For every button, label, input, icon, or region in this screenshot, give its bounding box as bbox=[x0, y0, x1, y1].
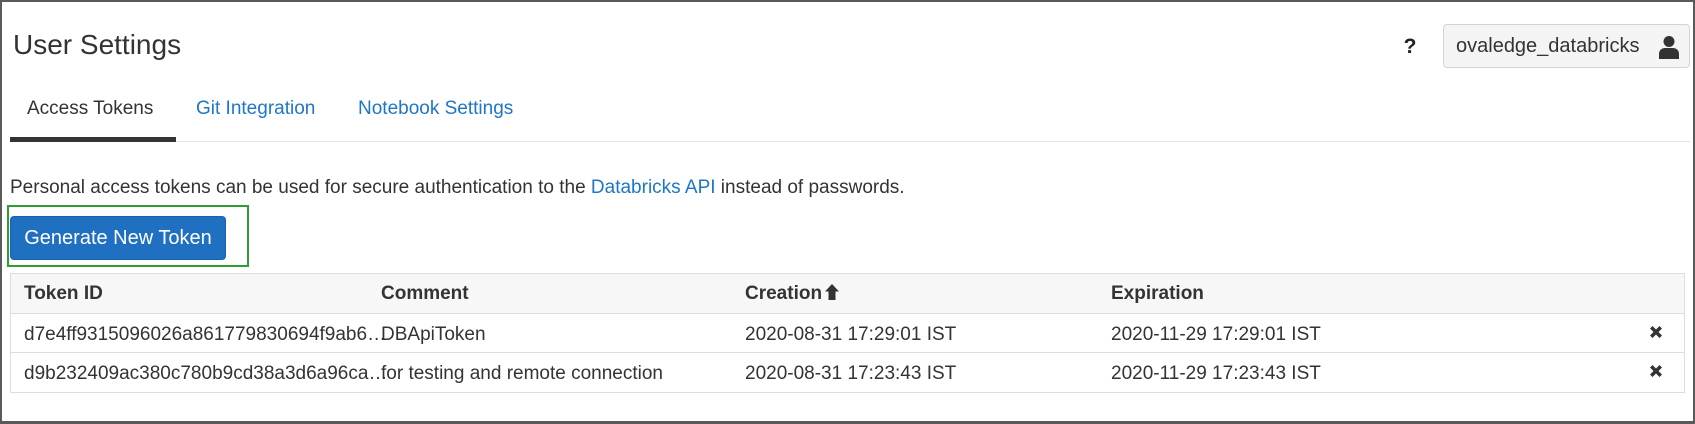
token-id-cell: d7e4ff9315096026a861779830694f9ab6… bbox=[24, 324, 387, 345]
user-menu-button[interactable]: ovaledge_databricks bbox=[1443, 24, 1690, 68]
settings-tabs: Access Tokens Git Integration Notebook S… bbox=[10, 84, 1690, 142]
creation-cell: 2020-08-31 17:23:43 IST bbox=[745, 363, 957, 384]
comment-cell: DBApiToken bbox=[381, 324, 486, 345]
sort-arrow-up-icon[interactable] bbox=[824, 283, 840, 301]
expiration-cell: 2020-11-29 17:23:43 IST bbox=[1111, 363, 1321, 384]
expiration-cell: 2020-11-29 17:29:01 IST bbox=[1111, 324, 1321, 345]
description-text-before: Personal access tokens can be used for s… bbox=[10, 177, 591, 198]
table-row: d9b232409ac380c780b9cd38a3d6a96ca… for t… bbox=[11, 353, 1684, 392]
column-header-expiration: Expiration bbox=[1111, 283, 1204, 304]
user-name: ovaledge_databricks bbox=[1456, 34, 1640, 57]
help-icon[interactable]: ? bbox=[1400, 34, 1420, 60]
tab-git-integration[interactable]: Git Integration bbox=[196, 98, 315, 120]
column-header-creation[interactable]: Creation bbox=[745, 283, 840, 305]
generate-new-token-button[interactable]: Generate New Token bbox=[10, 216, 226, 260]
description-text-after: instead of passwords. bbox=[715, 177, 905, 198]
column-header-comment: Comment bbox=[381, 283, 469, 304]
table-row: d7e4ff9315096026a861779830694f9ab6… DBAp… bbox=[11, 314, 1684, 353]
column-header-token-id: Token ID bbox=[24, 283, 103, 304]
token-id-cell: d9b232409ac380c780b9cd38a3d6a96ca… bbox=[24, 363, 388, 384]
tokens-description: Personal access tokens can be used for s… bbox=[10, 177, 905, 199]
user-icon bbox=[1659, 36, 1679, 59]
tab-access-tokens[interactable]: Access Tokens bbox=[27, 98, 153, 120]
delete-icon[interactable] bbox=[1648, 324, 1664, 340]
tab-notebook-settings[interactable]: Notebook Settings bbox=[358, 98, 513, 120]
page-title: User Settings bbox=[13, 29, 182, 60]
creation-cell: 2020-08-31 17:29:01 IST bbox=[745, 324, 957, 345]
comment-cell: for testing and remote connection bbox=[381, 363, 664, 384]
active-tab-indicator bbox=[10, 137, 176, 142]
tokens-table: Token ID Comment Creation Expiration d7e… bbox=[10, 273, 1685, 393]
databricks-api-link[interactable]: Databricks API bbox=[591, 177, 716, 198]
column-header-creation-label: Creation bbox=[745, 283, 823, 304]
delete-icon[interactable] bbox=[1648, 363, 1664, 379]
table-header: Token ID Comment Creation Expiration bbox=[11, 274, 1684, 314]
